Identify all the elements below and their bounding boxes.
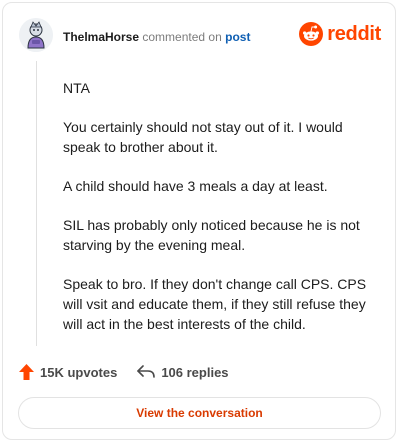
upvote-count: 15K upvotes bbox=[40, 364, 118, 380]
view-conversation-button[interactable]: View the conversation bbox=[18, 397, 381, 429]
avatar-icon bbox=[19, 18, 53, 52]
replies-button[interactable]: 106 replies bbox=[137, 364, 229, 380]
reply-count: 106 replies bbox=[161, 364, 229, 380]
username[interactable]: ThelmaHorse bbox=[63, 30, 139, 44]
comment-card: ThelmaHorse commented on post reddit NTA… bbox=[2, 2, 396, 440]
thread-line bbox=[36, 61, 37, 346]
comment-header: ThelmaHorse commented on post bbox=[63, 30, 250, 44]
comment-paragraph: Speak to bro. If they don't change call … bbox=[63, 276, 367, 332]
upvote-button[interactable]: 15K upvotes bbox=[19, 364, 117, 380]
comment-paragraph: SIL has probably only noticed because he… bbox=[63, 217, 360, 253]
comment-actions: 15K upvotes 106 replies bbox=[19, 364, 229, 380]
reply-arrow-icon bbox=[137, 365, 156, 378]
upvote-arrow-icon bbox=[19, 364, 34, 380]
comment-paragraph: A child should have 3 meals a day at lea… bbox=[63, 178, 328, 194]
comment-paragraph: You certainly should not stay out of it.… bbox=[63, 119, 343, 155]
comment-paragraph: NTA bbox=[63, 80, 90, 96]
reddit-logo[interactable]: reddit bbox=[299, 22, 381, 46]
post-link[interactable]: post bbox=[225, 30, 250, 44]
action-text: commented on bbox=[142, 30, 222, 44]
brand-wordmark: reddit bbox=[327, 22, 381, 45]
avatar[interactable] bbox=[19, 18, 53, 52]
comment-body: NTA You certainly should not stay out of… bbox=[63, 78, 383, 353]
reddit-alien-icon bbox=[299, 22, 324, 46]
